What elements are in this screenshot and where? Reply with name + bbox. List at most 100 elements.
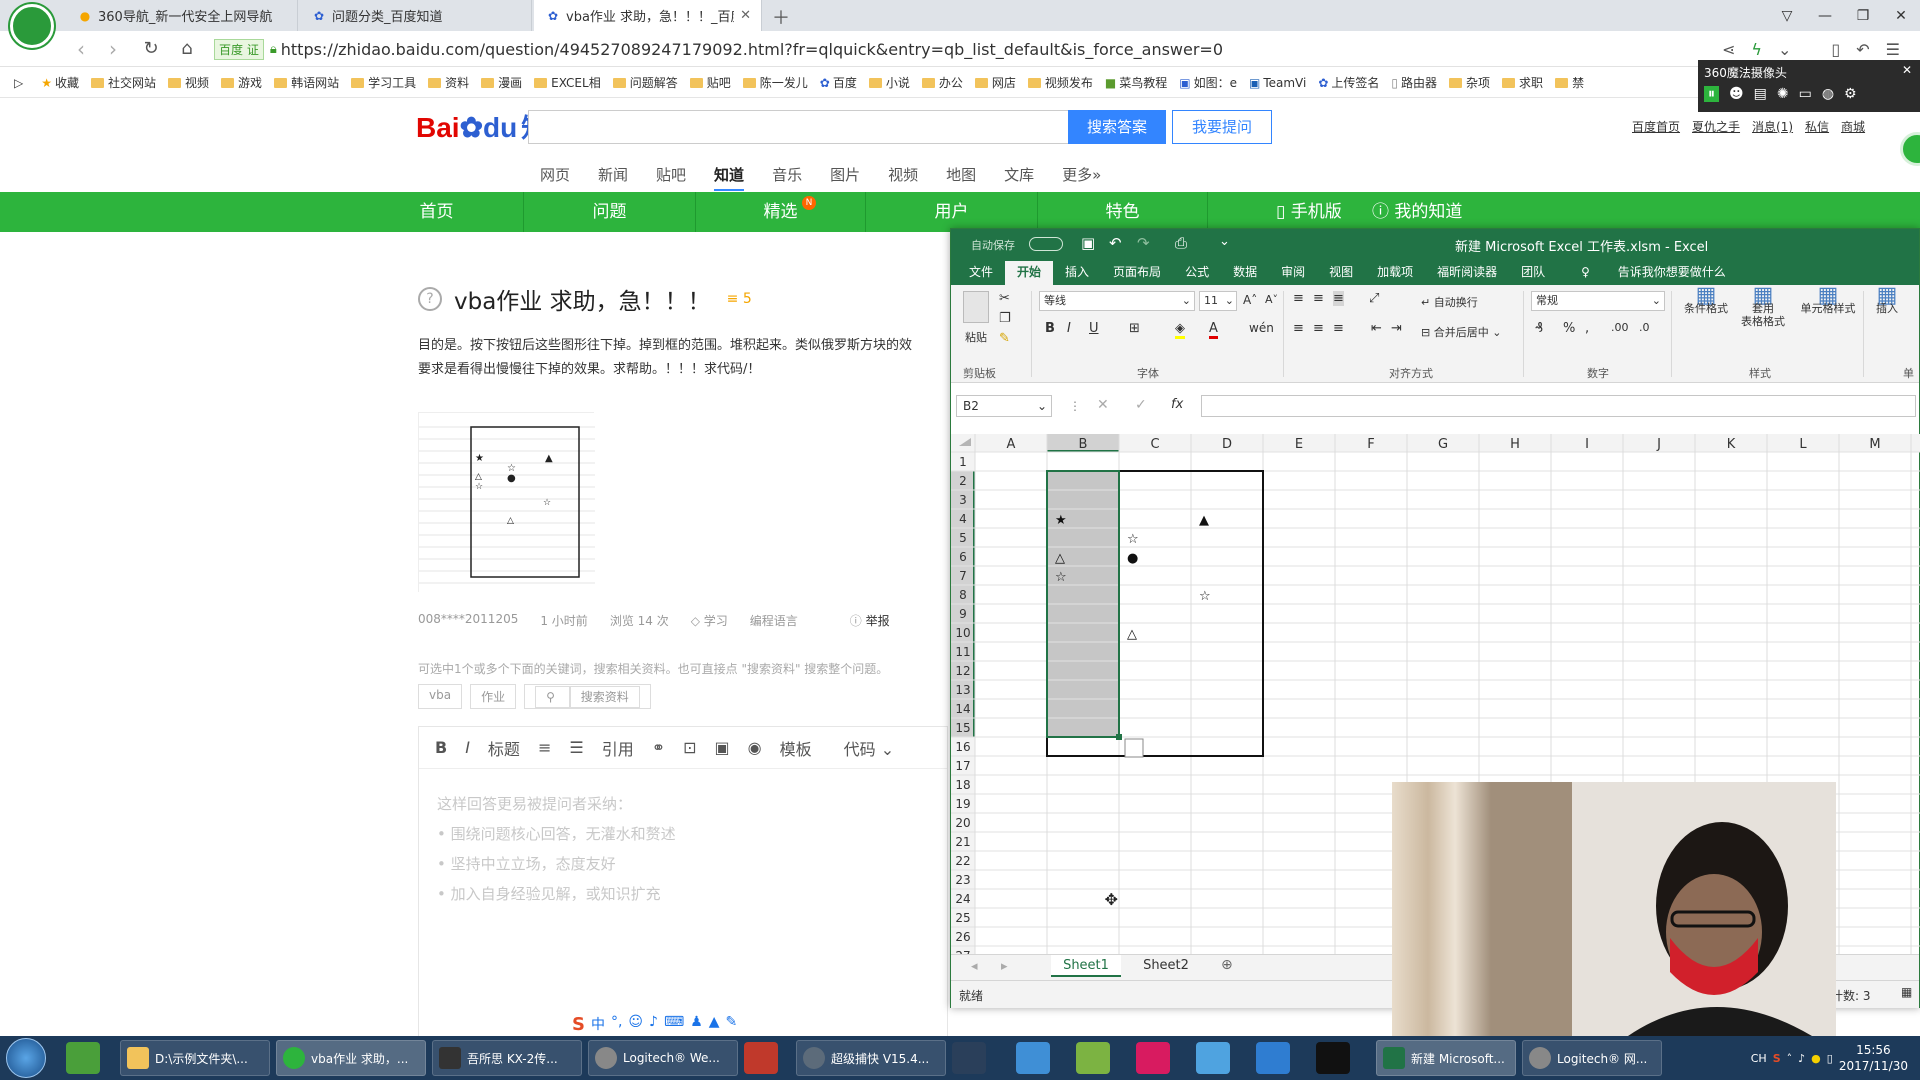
home-icon[interactable]: ⌂ <box>174 36 200 62</box>
row-header-22[interactable]: 22 <box>955 854 970 868</box>
ime-skin-icon[interactable]: ▲ <box>709 1014 720 1035</box>
question-image[interactable]: ★ ▲ ☆ ● △ ☆ ☆ △ <box>418 412 595 593</box>
decrease-indent-icon[interactable]: ⇤ <box>1371 321 1382 336</box>
row-header-9[interactable]: 9 <box>959 607 967 621</box>
bookmark-page[interactable]: ▯ 路由器 <box>1391 74 1437 91</box>
row-header-16[interactable]: 16 <box>955 740 970 754</box>
tray-expand-icon[interactable]: ˄ <box>1787 1052 1793 1065</box>
shield-icon[interactable]: ▽ <box>1768 8 1806 24</box>
browser-logo-icon[interactable] <box>10 4 54 48</box>
taskbar-plane-icon[interactable] <box>1196 1042 1230 1074</box>
paste-button[interactable]: 粘贴 <box>965 329 987 345</box>
ime-user-icon[interactable]: ♟ <box>690 1014 703 1035</box>
column-header-d[interactable]: D <box>1222 437 1232 452</box>
copy-icon[interactable]: ❐ <box>999 311 1011 326</box>
row-header-19[interactable]: 19 <box>955 797 970 811</box>
volume-icon[interactable]: ♪ <box>1798 1052 1805 1065</box>
tab-addins[interactable]: 加载项 <box>1365 261 1425 285</box>
sidebar-toggle-icon[interactable]: ▷ <box>14 76 23 90</box>
row-header-18[interactable]: 18 <box>955 778 970 792</box>
screen-icon[interactable]: ▭ <box>1799 86 1812 102</box>
tab-home[interactable]: 开始 <box>1005 261 1054 285</box>
taskbar-presentation-icon[interactable] <box>744 1042 778 1074</box>
nav-zhidao[interactable]: 知道 <box>714 164 745 191</box>
bookmark-folder[interactable]: 禁 <box>1555 74 1584 91</box>
phonetic-icon[interactable]: wén <box>1249 321 1274 335</box>
sheet-tab-sheet1[interactable]: Sheet1 <box>1051 955 1121 977</box>
ime-tools-icon[interactable]: ✎ <box>726 1014 738 1035</box>
insert-function-button[interactable]: fx <box>1171 397 1183 412</box>
insert-cells-button[interactable]: ▦ 插入 <box>1869 285 1905 316</box>
row-header-10[interactable]: 10 <box>955 626 970 640</box>
row-header-17[interactable]: 17 <box>955 759 970 773</box>
bookmark-folder[interactable]: 漫画 <box>481 74 522 91</box>
link-private-msg[interactable]: 私信 <box>1805 118 1829 135</box>
pause-icon[interactable]: ⏸ <box>1704 86 1719 102</box>
name-box[interactable]: B2 ⌄ <box>956 395 1052 417</box>
tray-app-icon[interactable]: ● <box>1811 1052 1821 1065</box>
share-icon[interactable]: ◍ <box>1822 86 1834 102</box>
number-format-select[interactable]: 常规 ⌄ <box>1531 291 1665 311</box>
bookmark-folder[interactable]: 社交网站 <box>91 74 156 91</box>
category-link[interactable]: 编程语言 <box>750 612 798 629</box>
row-header-3[interactable]: 3 <box>959 493 967 507</box>
increase-indent-icon[interactable]: ⇥ <box>1391 321 1402 336</box>
maximize-icon[interactable]: ❐ <box>1844 8 1882 24</box>
align-middle-icon[interactable]: ≡ <box>1313 291 1324 306</box>
align-center-icon[interactable]: ≡ <box>1313 321 1324 336</box>
column-header-g[interactable]: G <box>1438 437 1448 452</box>
row-header-21[interactable]: 21 <box>955 835 970 849</box>
redo-icon[interactable]: ↷ <box>1137 234 1150 252</box>
bookmark-teamviewer[interactable]: ▣ TeamVi <box>1249 76 1306 90</box>
effects-icon[interactable]: ✺ <box>1777 86 1789 102</box>
bold-icon[interactable]: B <box>1045 321 1055 336</box>
ime-keyboard-icon[interactable]: ⌨ <box>664 1014 684 1035</box>
ime-emoji-icon[interactable]: ☺ <box>628 1014 643 1035</box>
align-right-icon[interactable]: ≡ <box>1333 321 1344 336</box>
ordered-list-button[interactable]: ≡ <box>538 738 551 757</box>
tab-view[interactable]: 视图 <box>1317 261 1365 285</box>
taskbar-notepad-icon[interactable] <box>1076 1042 1110 1074</box>
close-tab-icon[interactable]: ✕ <box>740 8 751 23</box>
unordered-list-button[interactable]: ☰ <box>569 738 583 757</box>
tag-vba[interactable]: vba <box>418 684 463 709</box>
map-icon[interactable]: ◉ <box>748 738 762 757</box>
nav-news[interactable]: 新闻 <box>598 164 628 191</box>
font-color-icon[interactable]: A <box>1209 321 1218 339</box>
nav-users[interactable]: 用户 <box>866 192 1038 232</box>
nav-mobile[interactable]: ▯ 手机版 <box>1276 192 1342 232</box>
column-header-l[interactable]: L <box>1799 437 1807 452</box>
taskbar-app[interactable]: 吾所思 KX-2传... <box>432 1040 582 1076</box>
nav-featured[interactable]: 精选 N <box>696 192 866 232</box>
align-left-icon[interactable]: ≡ <box>1293 321 1304 336</box>
bookmark-folder[interactable]: 办公 <box>921 74 963 91</box>
increase-font-icon[interactable]: A˄ <box>1243 293 1257 307</box>
quote-button[interactable]: 引用 <box>602 736 634 760</box>
video-icon[interactable]: ▣ <box>715 738 730 757</box>
taskbar-recorder-icon[interactable] <box>1316 1042 1350 1074</box>
row-header-24[interactable]: 24 <box>955 892 970 906</box>
fill-handle[interactable] <box>1116 734 1122 740</box>
tab-team[interactable]: 团队 <box>1509 261 1557 285</box>
code-button[interactable]: 代码 ⌄ <box>844 736 895 760</box>
bookmark-baidu[interactable]: ✿ 百度 <box>820 74 857 91</box>
ime-indicator[interactable]: CH <box>1751 1052 1767 1065</box>
taskbar-360-icon[interactable] <box>66 1042 100 1074</box>
normal-view-icon[interactable]: ▦ <box>1901 985 1912 999</box>
link-baidu-home[interactable]: 百度首页 <box>1632 118 1680 135</box>
report-link[interactable]: ⓘ 举报 <box>850 612 890 629</box>
row-header-6[interactable]: 6 <box>959 550 967 564</box>
search-material-button[interactable]: ⚲ 搜索资料 <box>524 684 651 709</box>
bookmark-folder[interactable]: 问题解答 <box>612 74 678 91</box>
fill-color-icon[interactable]: ◈ <box>1175 321 1185 339</box>
bookmark-folder[interactable]: 贴吧 <box>689 74 731 91</box>
format-painter-icon[interactable]: ✎ <box>999 331 1010 346</box>
underline-icon[interactable]: U <box>1089 321 1099 336</box>
conditional-format-button[interactable]: ▦ 条件格式 <box>1681 285 1731 316</box>
formula-input[interactable] <box>1201 395 1916 417</box>
sogou-logo-icon[interactable]: S <box>572 1014 585 1035</box>
column-header-k[interactable]: K <box>1727 437 1736 452</box>
tab-360-nav[interactable]: ● 360导航_新一代安全上网导航 <box>66 0 298 31</box>
lightning-icon[interactable]: ϟ <box>1751 40 1762 59</box>
increase-decimal-icon[interactable]: .00 <box>1611 321 1629 334</box>
